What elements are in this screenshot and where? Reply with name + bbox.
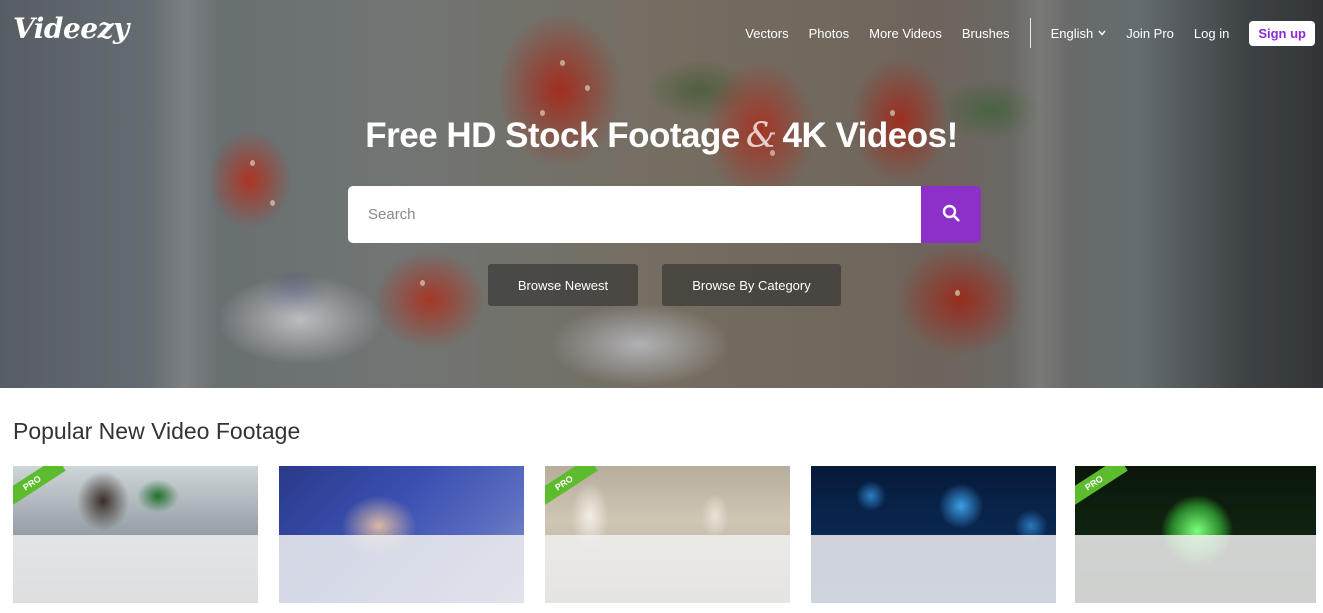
video-thumbnail-grid: PRO PRO PRO	[0, 466, 1323, 613]
nav-link-photos[interactable]: Photos	[809, 26, 849, 41]
section-title: Popular New Video Footage	[13, 418, 301, 444]
search-form	[348, 186, 981, 243]
video-thumbnail[interactable]: PRO	[545, 466, 790, 603]
hero-banner: Videezy Vectors Photos More Videos Brush…	[0, 0, 1323, 388]
site-logo[interactable]: Videezy	[13, 12, 129, 45]
video-thumbnail[interactable]: PRO	[13, 466, 258, 603]
sign-up-button[interactable]: Sign up	[1249, 20, 1315, 46]
hero-title-end: 4K Videos!	[782, 116, 958, 155]
language-label: English	[1050, 25, 1094, 41]
top-nav: Vectors Photos More Videos Brushes Engli…	[725, 18, 1315, 48]
nav-link-brushes[interactable]: Brushes	[962, 26, 1010, 41]
video-thumbnail[interactable]	[279, 466, 524, 603]
thumbnail-fade	[545, 535, 790, 603]
browse-newest-button[interactable]: Browse Newest	[488, 264, 638, 306]
nav-link-vectors[interactable]: Vectors	[745, 26, 788, 41]
nav-link-more-videos[interactable]: More Videos	[869, 26, 942, 41]
nav-divider	[1029, 18, 1031, 48]
thumbnail-fade	[811, 535, 1056, 603]
thumbnail-fade	[13, 535, 258, 603]
hero-title-ampersand: &	[745, 116, 777, 156]
language-selector[interactable]: English	[1051, 26, 1107, 41]
log-in-link[interactable]: Log in	[1194, 26, 1229, 41]
hero-title: Free HD Stock Footage & 4K Videos!	[0, 116, 1323, 156]
hero-title-main: Free HD Stock Footage	[365, 116, 740, 155]
search-input[interactable]	[348, 186, 921, 243]
search-icon	[942, 204, 960, 225]
video-thumbnail[interactable]	[811, 466, 1056, 603]
search-button[interactable]	[921, 186, 981, 243]
thumbnail-fade	[1075, 535, 1316, 603]
video-thumbnail[interactable]: PRO	[1075, 466, 1316, 603]
chevron-down-icon	[1098, 28, 1106, 38]
browse-by-category-button[interactable]: Browse By Category	[662, 264, 841, 306]
thumbnail-fade	[279, 535, 524, 603]
join-pro-link[interactable]: Join Pro	[1126, 26, 1174, 41]
